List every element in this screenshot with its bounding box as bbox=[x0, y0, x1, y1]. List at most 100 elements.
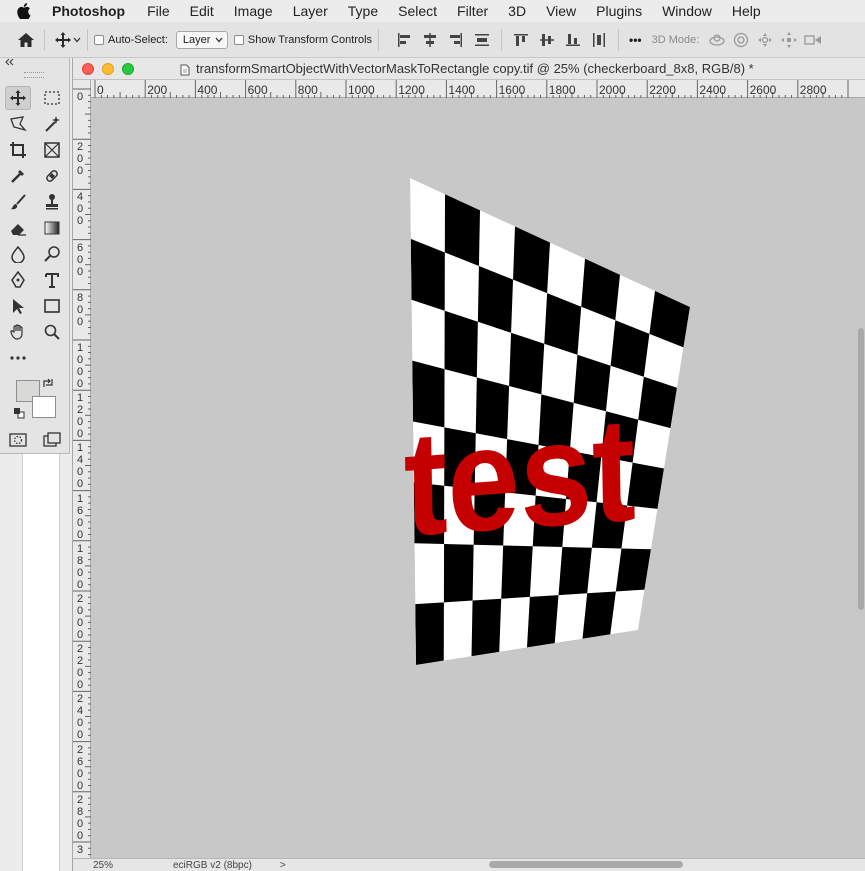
horizontal-ruler[interactable]: 0 200 400 600 800 1000 1200 1400 1600 18… bbox=[91, 80, 865, 98]
align-vertical-centers-icon[interactable] bbox=[537, 30, 557, 50]
ruler-left-label: 2600 bbox=[76, 743, 84, 792]
align-bottom-edges-icon[interactable] bbox=[563, 30, 583, 50]
canvas-area[interactable]: test bbox=[91, 98, 865, 858]
marquee-tool[interactable] bbox=[39, 86, 65, 110]
ruler-left-label: 200 bbox=[76, 141, 84, 178]
clone-stamp-tool[interactable] bbox=[39, 190, 65, 214]
screen-mode-button[interactable] bbox=[39, 428, 65, 452]
pen-tool[interactable] bbox=[5, 268, 31, 292]
magic-wand-icon bbox=[45, 116, 60, 132]
quick-mask-button[interactable] bbox=[5, 428, 31, 452]
3d-pan-icon[interactable] bbox=[755, 30, 775, 50]
eraser-tool[interactable] bbox=[5, 216, 31, 240]
blur-tool[interactable] bbox=[5, 242, 31, 266]
more-options-button[interactable]: ••• bbox=[629, 33, 642, 47]
swap-colors-icon[interactable] bbox=[40, 376, 56, 390]
horizontal-scroll-thumb[interactable] bbox=[489, 861, 683, 868]
menu-edit[interactable]: Edit bbox=[190, 3, 214, 19]
menu-bar: Photoshop File Edit Image Layer Type Sel… bbox=[0, 0, 865, 22]
menu-layer[interactable]: Layer bbox=[293, 3, 328, 19]
brush-tool[interactable] bbox=[5, 190, 31, 214]
menu-view[interactable]: View bbox=[546, 3, 576, 19]
ruler-left-label: 2000 bbox=[76, 593, 84, 641]
ruler-top-label: 400 bbox=[197, 83, 218, 97]
default-colors-icon[interactable] bbox=[12, 406, 26, 420]
chevron-down-icon[interactable] bbox=[73, 35, 81, 45]
distribute-vertical-icon[interactable] bbox=[472, 30, 492, 50]
vertical-scrollbar[interactable] bbox=[857, 98, 865, 858]
options-bar: Auto-Select: Layer Show Transform Contro… bbox=[0, 22, 865, 58]
distribute-horizontal-icon[interactable] bbox=[589, 30, 609, 50]
show-transform-checkbox[interactable] bbox=[233, 34, 244, 45]
gradient-tool[interactable] bbox=[39, 216, 65, 240]
document-icon bbox=[180, 63, 190, 75]
align-left-edges-icon[interactable] bbox=[394, 30, 414, 50]
collapse-panel-icon[interactable] bbox=[4, 58, 14, 69]
menu-image[interactable]: Image bbox=[234, 3, 273, 19]
document-title-bar: transformSmartObjectWithVectorMaskToRect… bbox=[73, 58, 865, 80]
ruler-left-label: 2400 bbox=[76, 693, 84, 742]
align-horizontal-centers-icon[interactable] bbox=[420, 30, 440, 50]
type-tool[interactable] bbox=[39, 268, 65, 292]
vertical-scroll-thumb[interactable] bbox=[858, 328, 864, 610]
zoom-tool[interactable] bbox=[39, 320, 65, 344]
menu-app-photoshop[interactable]: Photoshop bbox=[52, 3, 125, 19]
background-color-swatch[interactable] bbox=[32, 396, 56, 418]
path-selection-tool[interactable] bbox=[5, 294, 31, 318]
apple-menu-icon[interactable] bbox=[16, 3, 32, 19]
ruler-left-label: 1400 bbox=[76, 442, 84, 491]
minimize-window-button[interactable] bbox=[102, 62, 114, 75]
checker-square bbox=[615, 548, 651, 592]
rectangle-tool[interactable] bbox=[39, 294, 65, 318]
brush-icon bbox=[11, 194, 26, 210]
hand-icon bbox=[10, 324, 23, 340]
ruler-top-label: 0 bbox=[97, 83, 104, 97]
dodge-tool[interactable] bbox=[39, 242, 65, 266]
3d-scale-icon[interactable] bbox=[803, 30, 823, 50]
separator bbox=[501, 28, 503, 51]
3d-roll-icon[interactable] bbox=[731, 30, 751, 50]
menu-3d[interactable]: 3D bbox=[508, 3, 526, 19]
status-menu-chevron[interactable]: > bbox=[280, 860, 286, 871]
edit-toolbar-button[interactable] bbox=[5, 346, 31, 370]
type-icon bbox=[45, 273, 59, 288]
3d-orbit-icon[interactable] bbox=[707, 30, 727, 50]
lasso-tool[interactable] bbox=[5, 112, 31, 136]
ruler-left-label: 600 bbox=[76, 241, 84, 278]
menu-filter[interactable]: Filter bbox=[457, 3, 488, 19]
home-button[interactable] bbox=[14, 28, 38, 52]
auto-select-checkbox[interactable] bbox=[94, 34, 104, 45]
close-window-button[interactable] bbox=[82, 62, 94, 75]
align-controls bbox=[391, 28, 612, 51]
droplet-icon bbox=[11, 245, 25, 263]
move-tool-preset-button[interactable] bbox=[51, 28, 75, 52]
hand-tool[interactable] bbox=[5, 320, 31, 344]
crop-tool[interactable] bbox=[5, 138, 31, 162]
chevron-down-icon bbox=[215, 37, 223, 42]
align-top-edges-icon[interactable] bbox=[511, 30, 531, 50]
checker-square bbox=[527, 595, 559, 648]
vertical-ruler[interactable]: 0 200 400 600 800 1000 1200140016001800 2000 220… bbox=[73, 80, 91, 858]
panel-grip[interactable] bbox=[24, 72, 44, 78]
zoom-window-button[interactable] bbox=[122, 62, 134, 75]
zoom-level-field[interactable]: 25% bbox=[93, 860, 133, 871]
menu-help[interactable]: Help bbox=[732, 3, 761, 19]
align-right-edges-icon[interactable] bbox=[446, 30, 466, 50]
menu-plugins[interactable]: Plugins bbox=[596, 3, 642, 19]
menu-type[interactable]: Type bbox=[348, 3, 378, 19]
auto-select-target-dropdown[interactable]: Layer bbox=[175, 30, 228, 49]
move-tool[interactable] bbox=[5, 86, 31, 110]
document-info[interactable]: eciRGB v2 (8bpc) bbox=[173, 860, 252, 871]
menu-window[interactable]: Window bbox=[662, 3, 712, 19]
eyedropper-tool[interactable] bbox=[5, 164, 31, 188]
menu-select[interactable]: Select bbox=[398, 3, 437, 19]
stamp-icon bbox=[46, 194, 58, 210]
frame-tool[interactable] bbox=[39, 138, 65, 162]
ruler-left-label: 1600 bbox=[76, 492, 84, 541]
frame-icon bbox=[44, 142, 60, 158]
healing-brush-tool[interactable] bbox=[39, 164, 65, 188]
menu-file[interactable]: File bbox=[147, 3, 170, 19]
eraser-icon bbox=[11, 224, 26, 236]
3d-slide-icon[interactable] bbox=[779, 30, 799, 50]
magic-wand-tool[interactable] bbox=[39, 112, 65, 136]
